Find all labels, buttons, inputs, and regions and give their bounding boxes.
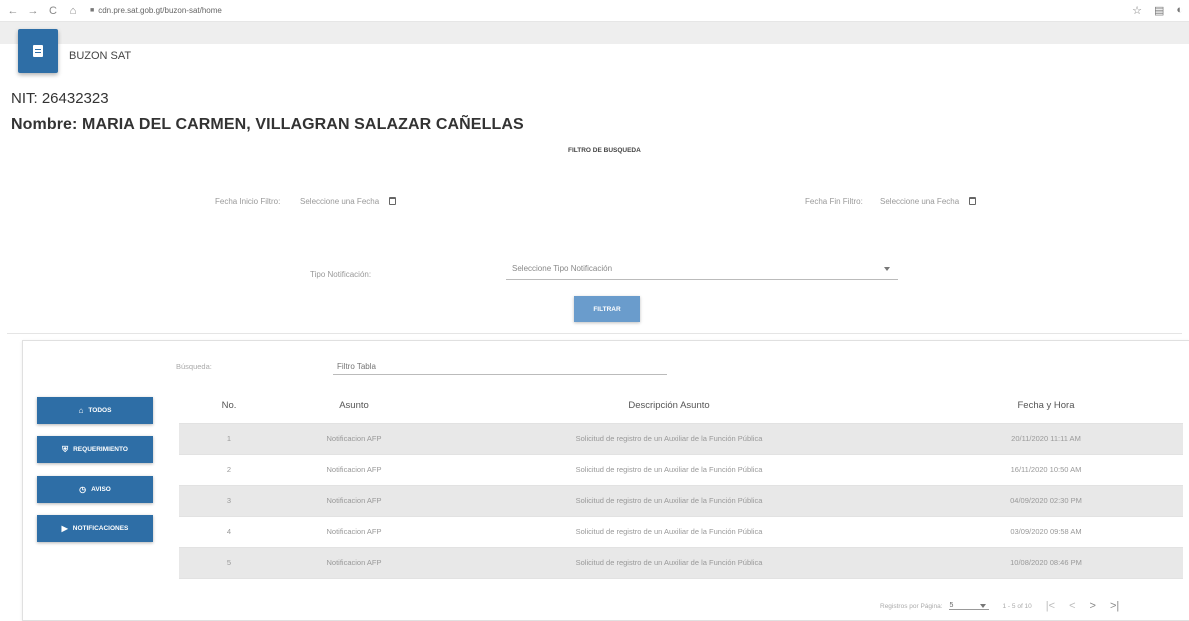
fecha-inicio-field[interactable]: Seleccione una Fecha	[300, 193, 397, 209]
cell-asunto: Notificacion AFP	[279, 485, 429, 517]
fecha-fin-label: Fecha Fin Filtro:	[805, 197, 863, 206]
cell-fecha: 16/11/2020 10:50 AM	[909, 454, 1183, 486]
aviso-button[interactable]: ◷ AVISO	[37, 476, 153, 503]
cell-no: 3	[179, 485, 279, 517]
tipo-notificacion-placeholder: Seleccione Tipo Notificación	[512, 264, 613, 273]
reload-button[interactable]: C	[46, 4, 60, 18]
cell-asunto: Notificacion AFP	[279, 423, 429, 455]
page-size-label: Registros por Página:	[880, 602, 943, 610]
page-size-value: 5	[949, 602, 954, 609]
cell-fecha: 20/11/2020 11:11 AM	[909, 423, 1183, 455]
nombre-text: Nombre: MARIA DEL CARMEN, VILLAGRAN SALA…	[11, 116, 524, 133]
table-row[interactable]: 4 Notificacion AFP Solicitud de registro…	[179, 516, 1183, 548]
chevron-down-icon	[979, 603, 986, 608]
shield-icon: ⛨	[62, 444, 69, 454]
paginator: Registros por Página: 5 1 - 5 of 10 |< <…	[880, 596, 1119, 616]
divider	[7, 333, 1182, 334]
table-header-row: No. Asunto Descripción Asunto Fecha y Ho…	[179, 389, 1183, 424]
forward-button[interactable]: →	[26, 4, 40, 18]
todos-button[interactable]: ⌂ TODOS	[37, 397, 153, 424]
calendar-icon[interactable]	[969, 197, 977, 205]
header-descripcion[interactable]: Descripción Asunto	[429, 389, 909, 424]
next-page-button[interactable]: >	[1090, 600, 1096, 612]
page-range: 1 - 5 of 10	[1002, 602, 1032, 610]
cell-no: 4	[179, 516, 279, 548]
requerimiento-label: REQUERIMIENTO	[73, 446, 128, 453]
table-row[interactable]: 5 Notificacion AFP Solicitud de registro…	[179, 547, 1183, 579]
filter-title: FILTRO DE BUSQUEDA	[568, 147, 641, 154]
cell-no: 2	[179, 454, 279, 486]
cell-descripcion: Solicitud de registro de un Auxiliar de …	[429, 516, 909, 548]
star-icon[interactable]: ☆	[1132, 4, 1142, 17]
first-page-button[interactable]: |<	[1046, 600, 1055, 612]
home-icon: ⌂	[78, 406, 84, 415]
notifications-table: No. Asunto Descripción Asunto Fecha y Ho…	[179, 389, 1183, 579]
url-text: cdn.pre.sat.gob.gt/buzon-sat/home	[98, 6, 222, 15]
todos-label: TODOS	[88, 407, 112, 414]
label-icon: ▶	[61, 524, 68, 533]
notificaciones-button[interactable]: ▶ NOTIFICACIONES	[37, 515, 153, 542]
header-no[interactable]: No.	[179, 389, 279, 424]
table-row[interactable]: 3 Notificacion AFP Solicitud de registro…	[179, 485, 1183, 517]
busqueda-label: Búsqueda:	[176, 362, 212, 371]
tipo-notificacion-select[interactable]: Seleccione Tipo Notificación	[506, 258, 898, 280]
cell-asunto: Notificacion AFP	[279, 547, 429, 579]
app-name: BUZON SAT	[69, 50, 132, 62]
document-icon	[33, 45, 43, 57]
cell-descripcion: Solicitud de registro de un Auxiliar de …	[429, 485, 909, 517]
cell-fecha: 10/08/2020 08:46 PM	[909, 547, 1183, 579]
filtro-tabla-input[interactable]	[333, 359, 667, 375]
calendar-icon[interactable]	[389, 197, 397, 205]
address-bar[interactable]: ■ cdn.pre.sat.gob.gt/buzon-sat/home	[90, 6, 222, 15]
cell-asunto: Notificacion AFP	[279, 454, 429, 486]
last-page-button[interactable]: >|	[1110, 600, 1119, 612]
app-header-bar	[0, 22, 1189, 44]
app-logo[interactable]	[18, 29, 58, 73]
cell-descripcion: Solicitud de registro de un Auxiliar de …	[429, 454, 909, 486]
back-button[interactable]: ←	[6, 4, 20, 18]
table-row[interactable]: 2 Notificacion AFP Solicitud de registro…	[179, 454, 1183, 486]
fecha-fin-placeholder: Seleccione una Fecha	[880, 196, 960, 206]
cell-descripcion: Solicitud de registro de un Auxiliar de …	[429, 423, 909, 455]
requerimiento-button[interactable]: ⛨ REQUERIMIENTO	[37, 436, 153, 463]
aviso-label: AVISO	[91, 486, 111, 493]
browser-toolbar: ← → C ⌂ ■ cdn.pre.sat.gob.gt/buzon-sat/h…	[0, 0, 1189, 22]
notificaciones-label: NOTIFICACIONES	[72, 525, 129, 532]
extension-icon[interactable]: ◐	[1176, 4, 1183, 17]
page-size-select[interactable]: 5	[948, 602, 989, 610]
cell-asunto: Notificacion AFP	[279, 516, 429, 548]
fecha-fin-field[interactable]: Seleccione una Fecha	[880, 193, 977, 209]
clock-icon: ◷	[79, 485, 87, 494]
cell-no: 1	[179, 423, 279, 455]
fecha-inicio-label: Fecha Inicio Filtro:	[215, 197, 281, 206]
filtrar-button[interactable]: FILTRAR	[574, 296, 640, 322]
header-fecha[interactable]: Fecha y Hora	[909, 389, 1183, 424]
reading-list-icon[interactable]: ▤	[1154, 4, 1164, 17]
home-button[interactable]: ⌂	[66, 4, 80, 18]
chevron-down-icon	[884, 266, 890, 271]
table-row[interactable]: 1 Notificacion AFP Solicitud de registro…	[179, 423, 1183, 455]
lock-icon: ■	[90, 7, 95, 14]
cell-fecha: 03/09/2020 09:58 AM	[909, 516, 1183, 548]
cell-descripcion: Solicitud de registro de un Auxiliar de …	[429, 547, 909, 579]
tipo-notificacion-label: Tipo Notificación:	[310, 270, 372, 279]
nit-text: NIT: 26432323	[11, 90, 109, 107]
cell-no: 5	[179, 547, 279, 579]
fecha-inicio-placeholder: Seleccione una Fecha	[300, 196, 380, 206]
header-asunto[interactable]: Asunto	[279, 389, 429, 424]
previous-page-button[interactable]: <	[1069, 600, 1075, 612]
cell-fecha: 04/09/2020 02:30 PM	[909, 485, 1183, 517]
